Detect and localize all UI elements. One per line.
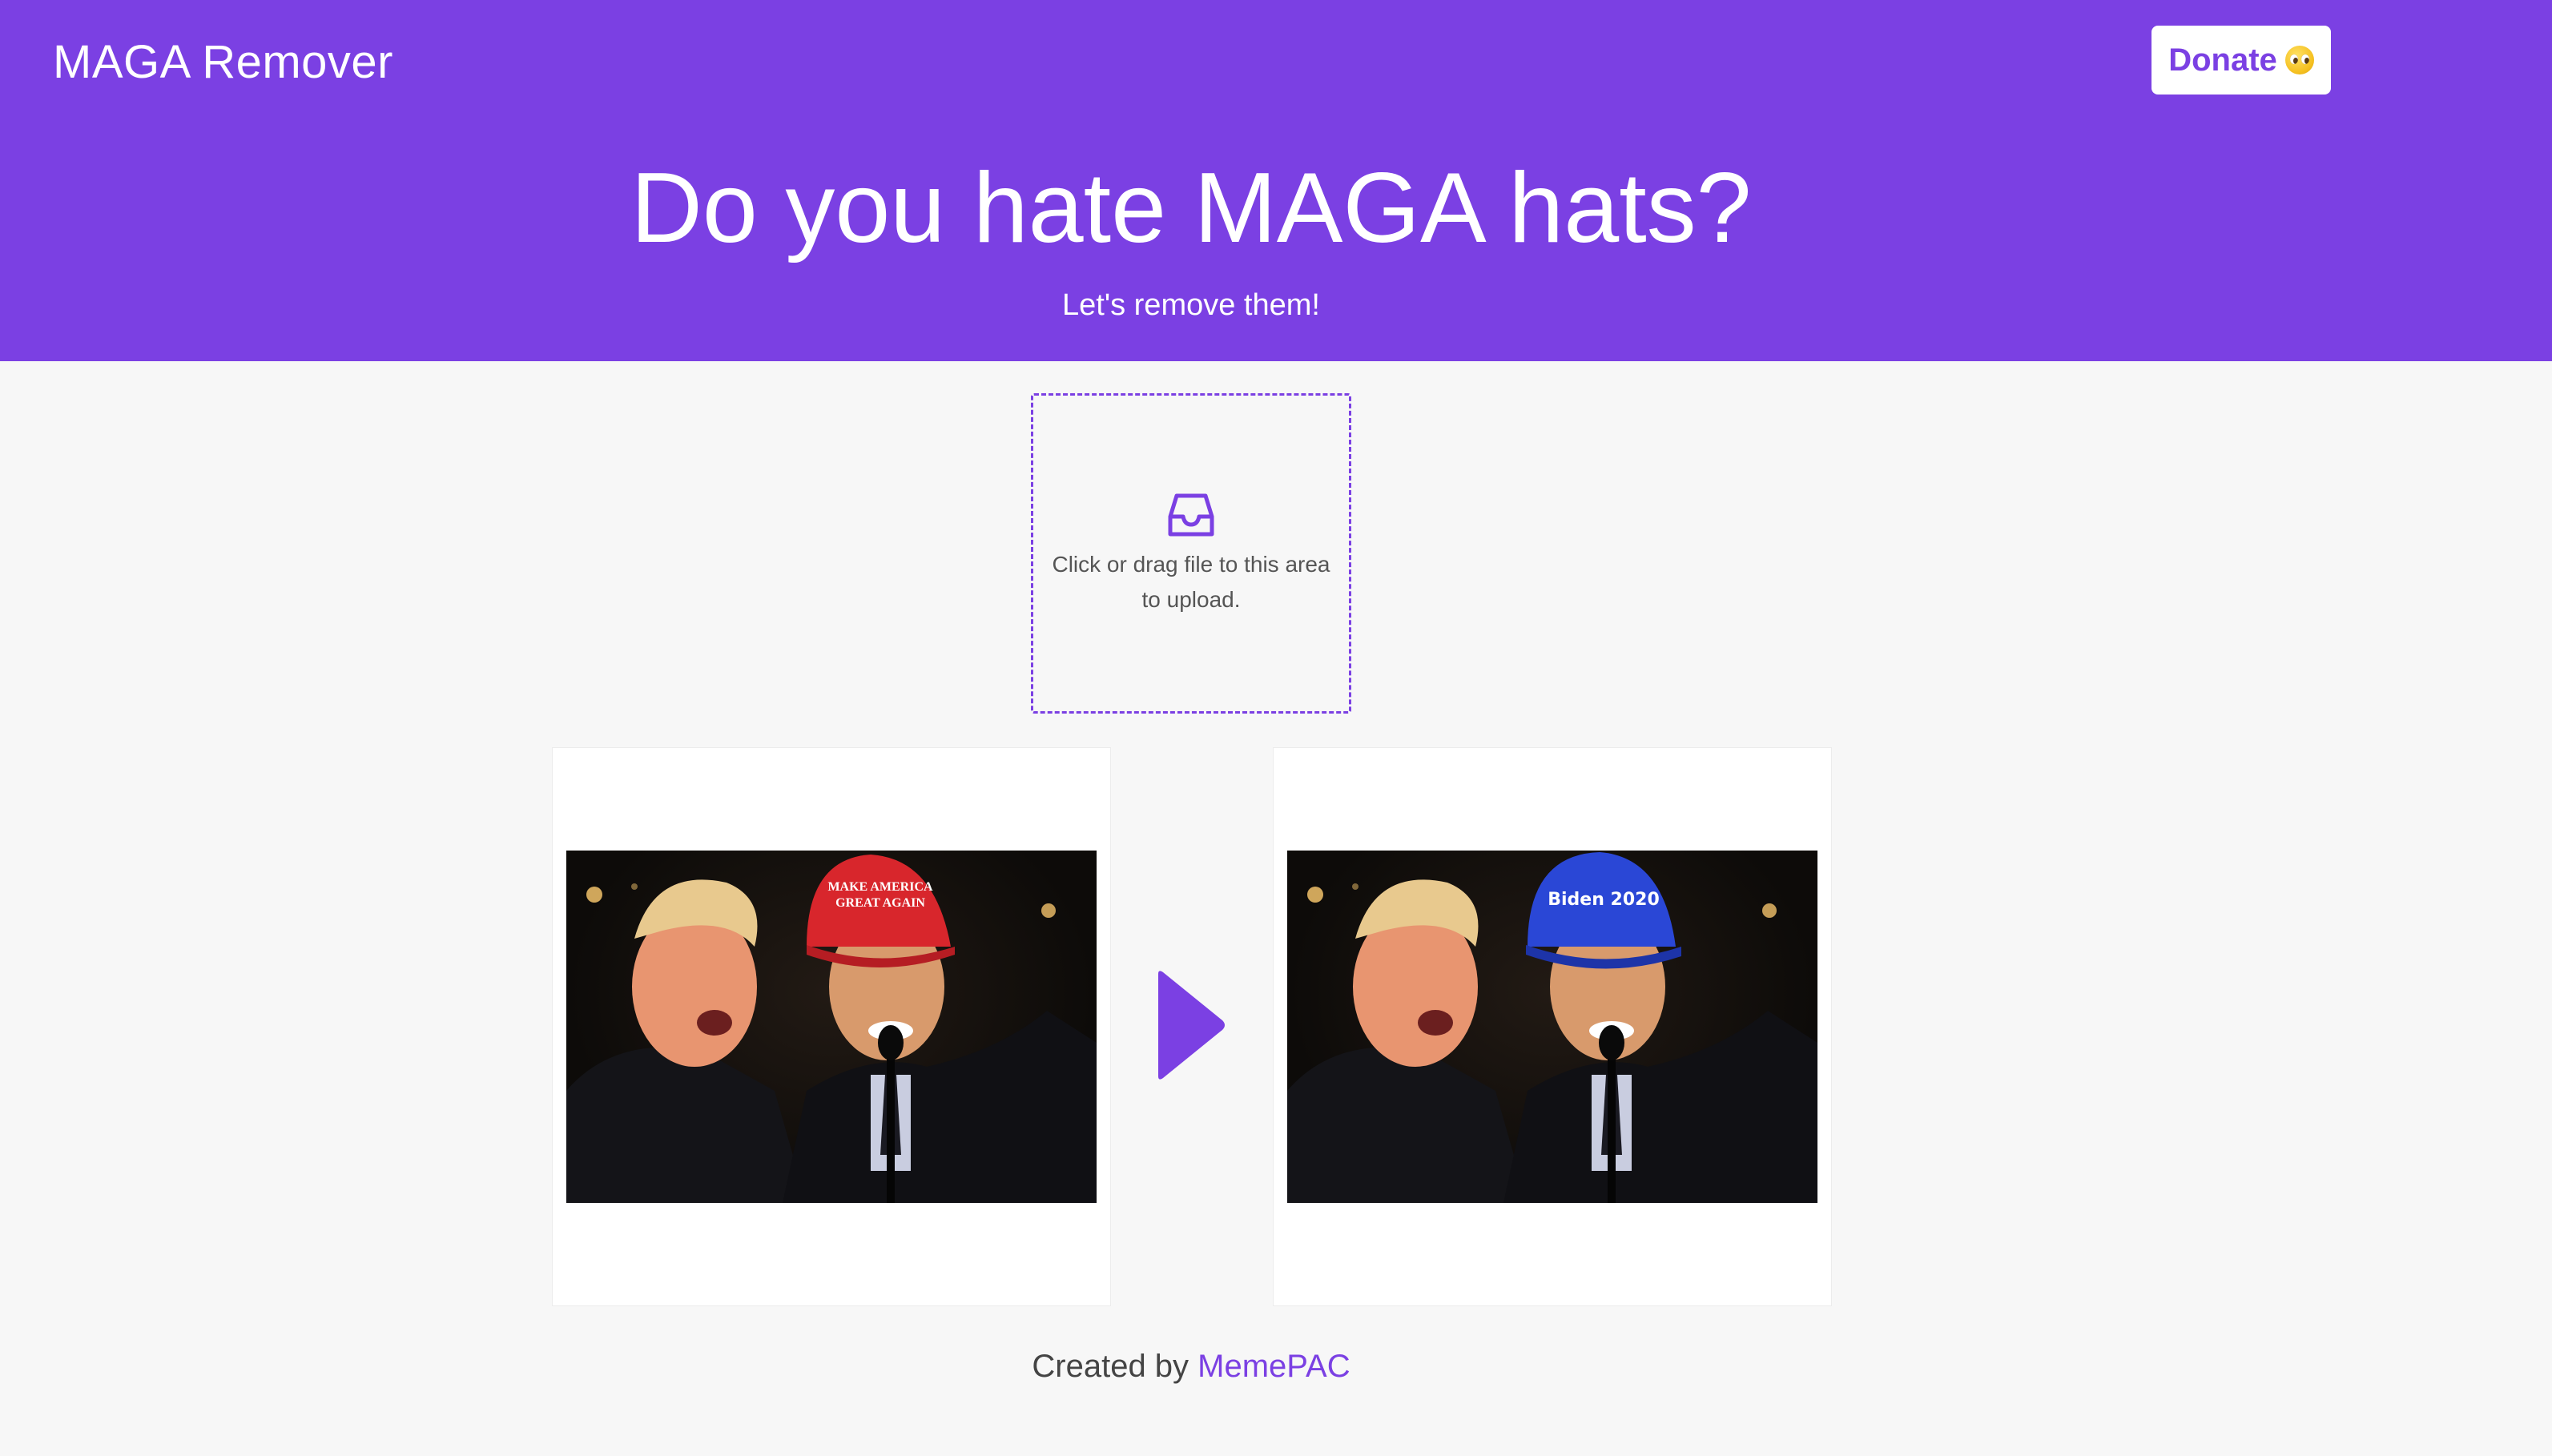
memepac-link[interactable]: MemePAC	[1198, 1349, 1350, 1384]
footer-prefix: Created by	[1032, 1349, 1198, 1384]
upload-hint: Click or drag file to this area to uploa…	[1052, 552, 1330, 612]
maga-hat-text-line1: MAKE AMERICA	[827, 880, 933, 894]
after-photo: Biden 2020	[1287, 851, 1817, 1203]
maga-hat-text-line2: GREAT AGAIN	[835, 896, 925, 910]
donate-label: Donate	[2168, 42, 2277, 78]
hero-subtitle: Let's remove them!	[1062, 288, 1320, 322]
hero-title: Do you hate MAGA hats?	[630, 153, 1752, 263]
before-photo: MAKE AMERICA GREAT AGAIN	[566, 851, 1097, 1203]
header-banner: MAGA Remover Donate Do you hate MAGA hat…	[0, 0, 2552, 361]
play-arrow-icon	[1158, 971, 1225, 1080]
brand-title[interactable]: MAGA Remover	[53, 30, 393, 95]
after-image-card: Biden 2020	[1273, 747, 1832, 1306]
biden-hat-text: Biden 2020	[1548, 890, 1660, 910]
footer: Created by MemePAC	[0, 1344, 2382, 1389]
donate-button[interactable]: Donate	[2151, 26, 2331, 95]
upload-dropzone[interactable]: Click or drag file to this area to uploa…	[1031, 393, 1351, 714]
before-image-card: MAKE AMERICA GREAT AGAIN	[552, 747, 1111, 1306]
pleading-face-emoji-icon	[2284, 46, 2314, 74]
inbox-icon	[1168, 493, 1214, 537]
